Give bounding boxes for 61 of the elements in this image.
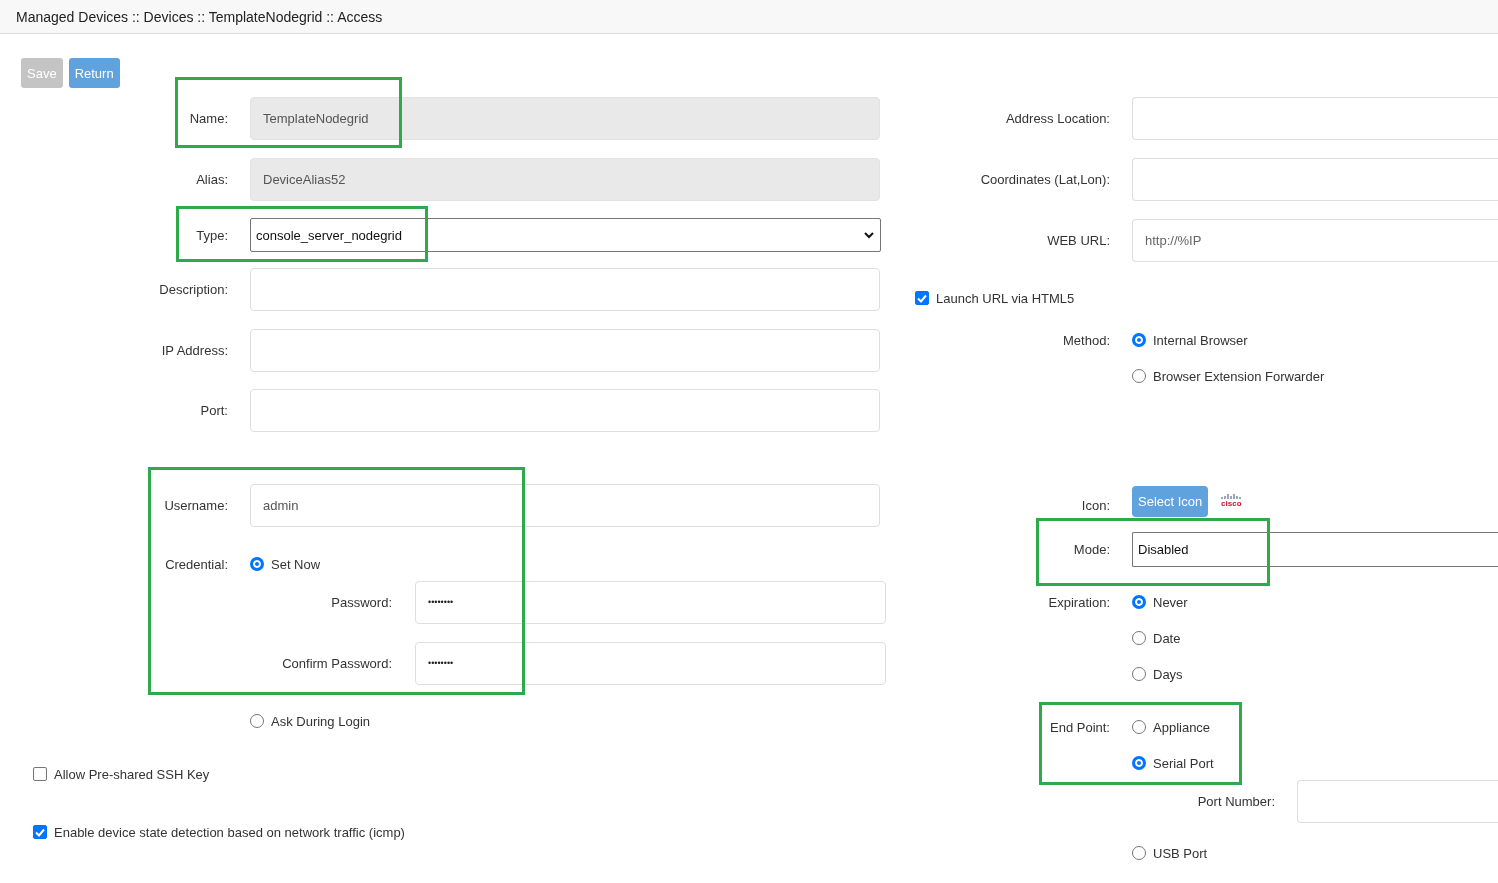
checkbox[interactable] [33,767,47,781]
input-field[interactable]: •••••••• [415,641,886,685]
input-field[interactable]: TemplateNodegrid [250,96,880,140]
input-field[interactable]: admin [250,483,880,527]
option-label: Days [1153,666,1183,682]
input-field[interactable]: DeviceAlias52 [250,157,880,201]
field-label: Password: [330,594,392,610]
radio-button[interactable] [1132,631,1146,645]
type-select[interactable]: console_server_nodegrid [250,218,881,252]
chevron-down-icon [864,231,874,239]
input-field[interactable] [250,328,880,372]
field-label: Mode: [1072,541,1110,557]
breadcrumb: Managed Devices :: Devices :: TemplateNodegrid :: Access [0,0,1498,34]
option-label: Never [1153,594,1188,610]
field-label: Address Location: [1004,110,1110,126]
field-label: Method: [1062,332,1110,348]
field-label: Type: [195,227,228,243]
option-label: Browser Extension Forwarder [1153,368,1325,384]
field-label: End Point: [1049,719,1110,735]
input-field[interactable]: http://%IP [1132,218,1498,262]
input-field[interactable] [1132,96,1498,140]
radio-button[interactable] [1132,756,1146,770]
option-label: Date [1153,630,1181,646]
radio-button[interactable] [250,714,264,728]
input-field[interactable] [250,267,880,311]
radio-button[interactable] [1132,333,1146,347]
radio-button[interactable] [250,557,264,571]
radio-button[interactable] [1132,667,1146,681]
field-label: Port Number: [1196,793,1275,809]
field-label: WEB URL: [1046,232,1110,248]
field-label: Port: [199,402,228,418]
input-field[interactable] [1297,779,1498,823]
option-label: Serial Port [1153,755,1214,771]
input-field[interactable] [1132,157,1498,201]
field-label: Expiration: [1047,594,1110,610]
mode-select[interactable]: Disabled [1132,531,1498,567]
field-label: Coordinates (Lat,Lon): [979,171,1110,187]
field-label: Alias: [195,171,228,187]
field-label: IP Address: [160,342,228,358]
option-label: Launch URL via HTML5 [936,290,1075,306]
field-label: Confirm Password: [281,655,392,671]
option-label: Ask During Login [271,713,370,729]
field-label: Username: [163,497,228,513]
radio-button[interactable] [1132,595,1146,609]
field-label: Icon: [1080,497,1110,513]
option-label: Set Now [271,556,321,572]
checkbox[interactable] [33,825,47,839]
field-label: Description: [158,281,228,297]
field-label: Name: [188,110,228,126]
radio-button[interactable] [1132,369,1146,383]
option-label: Internal Browser [1153,332,1248,348]
radio-button[interactable] [1132,846,1146,860]
option-label: Allow Pre-shared SSH Key [54,766,210,782]
checkbox[interactable] [915,291,929,305]
option-label: USB Port [1153,845,1208,861]
radio-button[interactable] [1132,720,1146,734]
option-label: Appliance [1153,719,1211,735]
field-label: Credential: [164,556,228,572]
input-field[interactable]: •••••••• [415,580,886,624]
input-field[interactable] [250,388,880,432]
option-label: Enable device state detection based on network traffic (icmp) [54,824,405,840]
